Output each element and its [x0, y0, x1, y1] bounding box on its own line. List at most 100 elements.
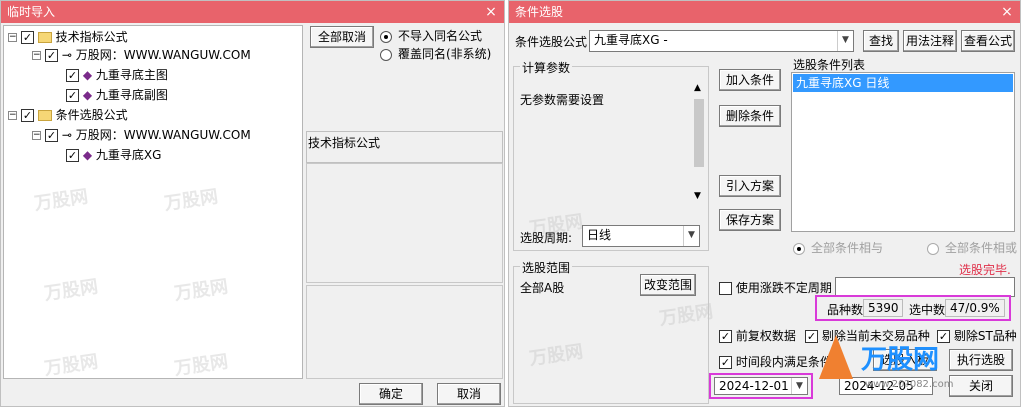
tree-label: 万股网：WWW.WANGUW.COM [75, 128, 251, 142]
chevron-down-icon[interactable]: ▼ [683, 226, 699, 246]
add-condition-button[interactable]: 加入条件 [719, 69, 781, 91]
selected-value: 47/0.9% [945, 299, 1005, 317]
scroll-down-icon[interactable]: ▼ [694, 191, 701, 201]
close-icon[interactable]: × [1000, 1, 1014, 23]
logo-text: 万股网 [861, 345, 940, 375]
logo-url: www.20?082.com [865, 379, 954, 390]
radio-button[interactable] [927, 242, 939, 255]
radio-button[interactable] [380, 30, 392, 43]
watermark: 万股网 [43, 351, 100, 380]
section-label: 技术指标公式 [308, 136, 381, 150]
scroll-up-icon[interactable]: ▲ [694, 83, 701, 93]
find-button[interactable]: 查找 [863, 30, 899, 52]
radio-all-and[interactable]: 全部条件相与 [793, 239, 883, 256]
watermark: 万股网 [173, 276, 230, 305]
save-plan-button[interactable]: 保存方案 [719, 209, 781, 231]
cancel-button[interactable]: 取消 [437, 383, 501, 405]
checkbox[interactable]: ✓ [719, 356, 732, 369]
chevron-down-icon[interactable]: ▼ [791, 378, 807, 394]
tree-node-formula[interactable]: ✓ ◆ 九重寻底主图 [66, 66, 168, 84]
tree-label: 技术指标公式 [55, 30, 128, 44]
period-label: 选股周期: [520, 231, 573, 245]
range-value: 全部A股 [520, 281, 565, 295]
checkbox[interactable]: ✓ [719, 330, 732, 343]
logo-icon [819, 335, 853, 379]
tree-node-site[interactable]: − ✓ ⊸ 万股网：WWW.WANGUW.COM [32, 126, 251, 144]
params-title: 计算参数 [520, 59, 573, 76]
usage-notes-button[interactable]: 用法注释 [903, 30, 957, 52]
key-icon: ⊸ [61, 128, 72, 142]
radio-all-or[interactable]: 全部条件相或 [927, 239, 1017, 256]
date-from-input[interactable]: 2024-12-01 ▼ [714, 377, 808, 395]
checkbox[interactable]: ✓ [45, 129, 58, 142]
collapse-icon[interactable]: − [32, 51, 41, 60]
count-label: 品种数 [827, 303, 864, 317]
formula-tree[interactable]: 万股网 万股网 万股网 万股网 万股网 万股网 − ✓ 技术指标公式 − ✓ ⊸ 万… [3, 25, 303, 380]
radio-button[interactable] [793, 242, 805, 255]
radio-label: 覆盖同名(非系统) [398, 47, 492, 61]
period-input[interactable] [835, 277, 1015, 297]
checkbox[interactable]: ✓ [21, 109, 34, 122]
checkbox[interactable]: ✓ [21, 31, 34, 44]
collapse-icon[interactable]: − [8, 33, 17, 42]
tree-label: 九重寻底XG [95, 148, 162, 162]
params-scrollbar[interactable]: ▲ ▼ [692, 83, 706, 201]
radio-button[interactable] [380, 48, 392, 61]
site-logo: 万股网 www.20?082.com [809, 331, 979, 403]
view-formula-button[interactable]: 查看公式 [961, 30, 1015, 52]
checkbox[interactable]: ✓ [66, 69, 79, 82]
fq-option[interactable]: ✓ 前复权数据 [719, 327, 796, 344]
use-period-option[interactable]: 使用涨跌不定周期 [719, 279, 832, 296]
checkbox[interactable] [719, 282, 732, 295]
close-icon[interactable]: × [484, 1, 498, 23]
tree-node-site[interactable]: − ✓ ⊸ 万股网：WWW.WANGUW.COM [32, 46, 251, 64]
checkbox[interactable]: ✓ [66, 89, 79, 102]
radio-overwrite[interactable]: 覆盖同名(非系统) [380, 45, 491, 62]
count-value-text: 5390 [868, 301, 899, 315]
folder-icon [37, 32, 52, 43]
watermark: 万股网 [33, 186, 90, 215]
change-range-button[interactable]: 改变范围 [640, 274, 696, 296]
chevron-down-icon[interactable]: ▼ [837, 31, 853, 51]
date-from-value: 2024-12-01 [719, 379, 789, 393]
left-titlebar: 临时导入 × [1, 1, 504, 23]
period-value: 日线 [587, 228, 612, 242]
condition-list-label: 选股条件列表 [793, 58, 866, 72]
tree-node-formula[interactable]: ✓ ◆ 九重寻底副图 [66, 86, 168, 104]
scroll-thumb[interactable] [694, 99, 704, 167]
checkbox[interactable]: ✓ [66, 149, 79, 162]
tree-node-formula[interactable]: ✓ ◆ 九重寻底XG [66, 146, 161, 164]
status-text: 选股完毕. [959, 263, 1011, 277]
formula-icon: ◆ [82, 148, 93, 162]
tree-label: 条件选股公式 [55, 108, 128, 122]
left-window-title: 临时导入 [7, 5, 56, 19]
preview-box [306, 163, 503, 283]
watermark: 万股网 [163, 186, 220, 215]
condition-item[interactable]: 九重寻底XG 日线 [793, 74, 1013, 92]
tree-label: 九重寻底副图 [95, 88, 168, 102]
ok-button[interactable]: 确定 [359, 383, 423, 405]
collapse-icon[interactable]: − [8, 111, 17, 120]
cancel-all-button[interactable]: 全部取消 [310, 26, 374, 48]
tree-label: 万股网：WWW.WANGUW.COM [75, 48, 251, 62]
checkbox[interactable]: ✓ [45, 49, 58, 62]
range-group: 选股范围 全部A股 改变范围 [513, 259, 709, 404]
formula-select[interactable]: 九重寻底XG - ▼ [589, 30, 854, 52]
formula-value: 九重寻底XG - [594, 33, 668, 47]
condition-list[interactable]: 九重寻底XG 日线 [791, 72, 1015, 232]
delete-condition-button[interactable]: 删除条件 [719, 105, 781, 127]
radio-label: 不导入同名公式 [398, 29, 483, 43]
watermark: 万股网 [43, 276, 100, 305]
selected-label: 选中数 [909, 303, 946, 317]
radio-label: 全部条件相与 [811, 241, 884, 255]
collapse-icon[interactable]: − [32, 131, 41, 140]
preview-header: 技术指标公式 [306, 131, 503, 163]
formula-icon: ◆ [82, 88, 93, 102]
tree-node-tech-indicator[interactable]: − ✓ 技术指标公式 [8, 28, 128, 46]
import-plan-button[interactable]: 引入方案 [719, 175, 781, 197]
period-select[interactable]: 日线 ▼ [582, 225, 700, 247]
tree-node-condition[interactable]: − ✓ 条件选股公式 [8, 106, 128, 124]
count-value: 5390 [863, 299, 903, 317]
radio-skip-same[interactable]: 不导入同名公式 [380, 27, 482, 44]
formula-label: 条件选股公式 [515, 35, 588, 49]
